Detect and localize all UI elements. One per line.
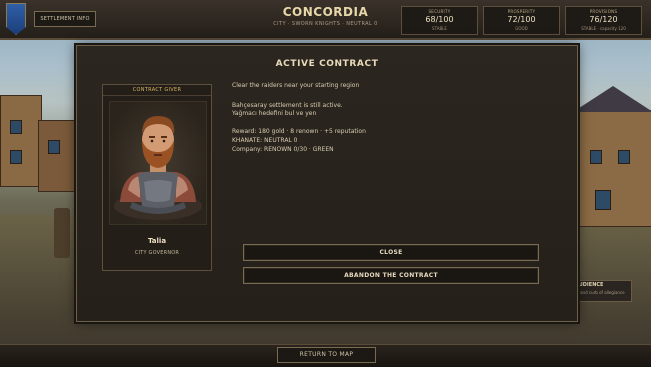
window [590, 150, 602, 164]
dialog-title: ACTIVE CONTRACT [275, 59, 379, 69]
contract-giver-header: CONTRACT GIVER [103, 85, 211, 96]
audience-text: ... and curb of allegiance [575, 290, 625, 295]
stat-prosperity: PROSPERITY 72/100 GOOD [483, 6, 560, 35]
close-button[interactable]: CLOSE [243, 244, 539, 261]
giver-portrait [109, 101, 207, 225]
house-left [0, 95, 42, 187]
stat-label: PROSPERITY [507, 9, 536, 14]
house-left-2 [38, 120, 78, 192]
stat-status: GOOD [515, 26, 528, 31]
stat-status: STABLE · capacity 120 [581, 26, 626, 31]
stat-security: SECURITY 68/100 STABLE [401, 6, 478, 35]
stat-value: 76/120 [589, 15, 618, 24]
contract-company: Company: RENOWN 0/30 · GREEN [232, 146, 334, 153]
giver-name: Talia [147, 237, 167, 245]
stat-label: PROVISIONS [589, 9, 618, 14]
audience-title: AUDIENCE [575, 282, 604, 288]
stat-label: SECURITY [428, 9, 451, 14]
stat-value: 72/100 [507, 15, 536, 24]
giver-role: CITY GOVERNOR [134, 250, 180, 256]
top-bar: SETTLEMENT INFO CONCORDIA CITY · SWORN K… [0, 0, 651, 40]
window [618, 150, 630, 164]
contract-status-line-2: Yağmacı hedefini bul ve yen [232, 110, 317, 117]
contract-status-line-1: Bahçesaray settlement is still active. [232, 102, 343, 109]
stat-provisions: PROVISIONS 76/120 STABLE · capacity 120 [565, 6, 642, 35]
contract-giver-card: CONTRACT GIVER Talia CITY GOVERNOR [102, 84, 212, 271]
window [48, 140, 60, 154]
abandon-contract-button[interactable]: ABANDON THE CONTRACT [243, 267, 539, 284]
window [595, 190, 611, 210]
window [10, 150, 22, 164]
governor-portrait-icon [114, 116, 202, 220]
contract-reward: Reward: 180 gold · 8 renown · +5 reputat… [232, 128, 366, 135]
contract-khanate: KHANATE: NEUTRAL 0 [232, 137, 298, 144]
house-right [576, 110, 651, 227]
stat-value: 68/100 [425, 15, 454, 24]
stat-status: STABLE [432, 26, 447, 31]
villager-figure [54, 208, 70, 258]
roof [573, 86, 651, 112]
return-to-map-button[interactable]: RETURN TO MAP [277, 347, 376, 363]
active-contract-dialog: ACTIVE CONTRACT CONTRACT GIVER Talia CIT… [76, 45, 578, 322]
window [10, 120, 22, 134]
contract-objective: Clear the raiders near your starting reg… [232, 82, 360, 89]
